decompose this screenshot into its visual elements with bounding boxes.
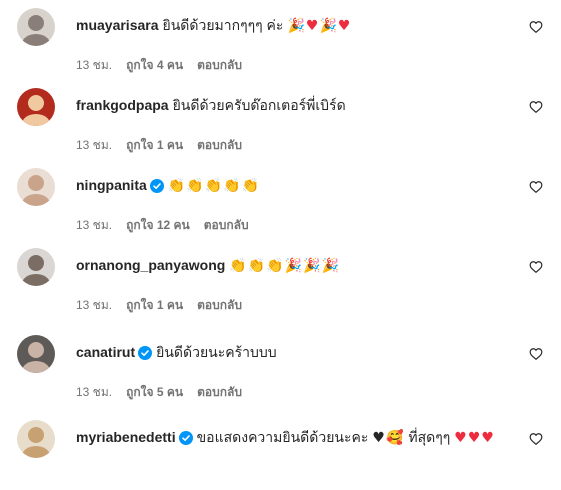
emoji: 👏 [223, 178, 242, 194]
comment-text: ยินดีด้วยครับด๊อกเตอร์พี่เบิร์ด [172, 97, 346, 113]
comment-username[interactable]: ningpanita [76, 177, 147, 193]
heart-outline-icon [529, 21, 543, 33]
comment-likes-count[interactable]: ถูกใจ 5 คน [126, 385, 183, 399]
emoji: 🎉 [319, 18, 338, 34]
avatar[interactable] [17, 420, 55, 458]
like-button[interactable] [529, 100, 545, 116]
like-button[interactable] [529, 260, 545, 276]
emoji-group: 👏👏👏👏👏 [168, 178, 260, 194]
comment-timestamp: 13 ชม. [76, 218, 113, 232]
emoji: 🎉 [284, 258, 304, 274]
comment-item: ornanong_panyawong 👏👏👏🎉🎉🎉 13 ชม. ถูกใจ 1 คน… [0, 248, 561, 318]
comment-body: myriabenedetti ขอแสดงความยินดีด้วยนะคะ ♥🥰 ท… [76, 426, 521, 449]
verified-badge-icon [149, 179, 164, 193]
emoji: ♥ [305, 18, 320, 34]
emoji: 👏 [204, 178, 224, 194]
heart-outline-icon [529, 181, 543, 193]
emoji: 🎉 [287, 18, 306, 34]
emoji-group: ♥♥♥ [454, 430, 495, 446]
verified-badge-icon [178, 431, 193, 445]
comment-text: ยินดีด้วยมากๆๆๆ ค่ะ [162, 17, 284, 33]
emoji: 🎉 [321, 258, 340, 274]
comment-item: ningpanita 👏👏👏👏👏 13 ชม. ถูกใจ 12 คน ตอบกลับ [0, 168, 561, 238]
comment-timestamp: 13 ชม. [76, 138, 113, 152]
comment-meta: 13 ชม. ถูกใจ 12 คน ตอบกลับ [76, 216, 263, 235]
comment-username[interactable]: ornanong_panyawong [76, 257, 225, 273]
comment-item: frankgodpapa ยินดีด้วยครับด๊อกเตอร์พี่เบิ… [0, 88, 561, 158]
reply-button[interactable]: ตอบกลับ [197, 385, 242, 399]
emoji: 👏 [186, 178, 205, 194]
comment-meta: 13 ชม. ถูกใจ 5 คน ตอบกลับ [76, 383, 256, 402]
verified-badge-icon [138, 346, 153, 360]
comment-likes-count[interactable]: ถูกใจ 4 คน [126, 58, 183, 72]
comment-item: myriabenedetti ขอแสดงความยินดีด้วยนะคะ ♥🥰 ท… [0, 420, 561, 490]
comment-text-continued: ที่สุดๆๆ [408, 429, 451, 445]
emoji: 👏 [167, 178, 187, 194]
reply-button[interactable]: ตอบกลับ [204, 218, 249, 232]
comment-username[interactable]: frankgodpapa [76, 97, 169, 113]
emoji: ♥ [481, 430, 495, 446]
emoji: 👏 [241, 178, 260, 194]
emoji: 🥰 [385, 430, 405, 446]
avatar[interactable] [17, 8, 55, 46]
comment-body: frankgodpapa ยินดีด้วยครับด๊อกเตอร์พี่เบิ… [76, 94, 521, 116]
emoji: ♥ [372, 430, 386, 446]
like-button[interactable] [529, 432, 545, 448]
emoji: 👏 [266, 258, 285, 274]
reply-button[interactable]: ตอบกลับ [197, 58, 242, 72]
comment-likes-count[interactable]: ถูกใจ 12 คน [126, 218, 190, 232]
comment-likes-count[interactable]: ถูกใจ 1 คน [126, 138, 183, 152]
comment-body: ningpanita 👏👏👏👏👏 [76, 174, 521, 197]
comment-meta: 13 ชม. ถูกใจ 1 คน ตอบกลับ [76, 136, 256, 155]
comment-likes-count[interactable]: ถูกใจ 1 คน [126, 298, 183, 312]
comment-username[interactable]: myriabenedetti [76, 429, 176, 445]
avatar[interactable] [17, 168, 55, 206]
comment-text: ยินดีด้วยนะคร้าบบบ [156, 344, 277, 360]
reply-button[interactable]: ตอบกลับ [197, 298, 242, 312]
heart-outline-icon [529, 348, 543, 360]
comment-item: canatirut ยินดีด้วยนะคร้าบบบ 13 ชม. ถูกใจ 5… [0, 335, 561, 405]
comment-text: ขอแสดงความยินดีด้วยนะคะ [196, 429, 369, 445]
comment-meta: 13 ชม. ถูกใจ 1 คน ตอบกลับ [76, 296, 256, 315]
reply-button[interactable]: ตอบกลับ [197, 138, 242, 152]
like-button[interactable] [529, 20, 545, 36]
emoji-group: ♥🥰 [372, 430, 404, 446]
like-button[interactable] [529, 180, 545, 196]
comment-username[interactable]: canatirut [76, 344, 135, 360]
comment-body: canatirut ยินดีด้วยนะคร้าบบบ [76, 341, 521, 363]
comment-body: muayarisara ยินดีด้วยมากๆๆๆ ค่ะ 🎉♥🎉♥ [76, 14, 521, 37]
emoji-group: 👏👏👏🎉🎉🎉 [229, 258, 340, 274]
comment-username[interactable]: muayarisara [76, 17, 159, 33]
heart-outline-icon [529, 101, 543, 113]
comment-timestamp: 13 ชม. [76, 385, 113, 399]
emoji: 👏 [229, 258, 248, 274]
like-button[interactable] [529, 347, 545, 363]
comment-timestamp: 13 ชม. [76, 58, 113, 72]
avatar[interactable] [17, 248, 55, 286]
comment-item: muayarisara ยินดีด้วยมากๆๆๆ ค่ะ 🎉♥🎉♥ 13 ชม.… [0, 8, 561, 78]
emoji: ♥ [337, 18, 352, 34]
avatar[interactable] [17, 335, 55, 373]
heart-outline-icon [529, 261, 543, 273]
emoji: 👏 [247, 258, 267, 274]
heart-outline-icon [529, 433, 543, 445]
comment-meta: 13 ชม. ถูกใจ 4 คน ตอบกลับ [76, 56, 256, 75]
emoji: ♥ [454, 430, 468, 446]
emoji: 🎉 [303, 258, 322, 274]
avatar[interactable] [17, 88, 55, 126]
comment-timestamp: 13 ชม. [76, 298, 113, 312]
emoji: ♥ [467, 430, 482, 446]
emoji-group: 🎉♥🎉♥ [287, 18, 351, 34]
comment-body: ornanong_panyawong 👏👏👏🎉🎉🎉 [76, 254, 521, 277]
